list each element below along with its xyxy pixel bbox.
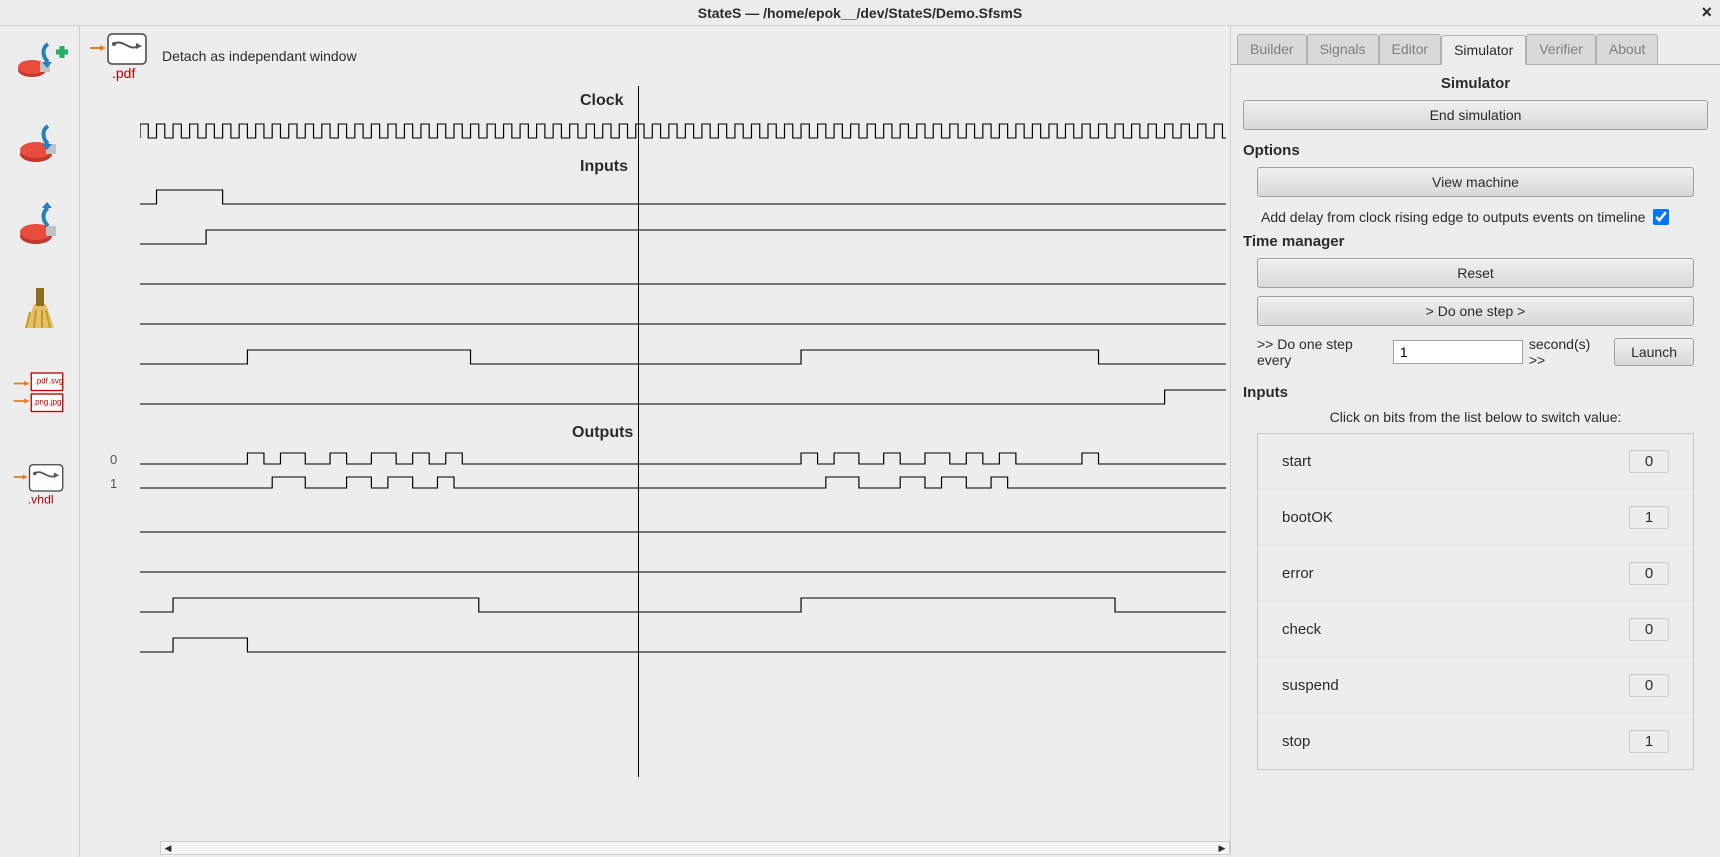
view-machine-button[interactable]: View machine	[1257, 167, 1694, 197]
wave-stop	[140, 386, 1226, 410]
input-name: error	[1282, 565, 1314, 582]
wave-alarm	[140, 514, 1226, 538]
input-name: check	[1282, 621, 1321, 638]
wave-boot	[140, 634, 1226, 658]
wave-clock	[140, 120, 1226, 144]
tab-simulator[interactable]: Simulator	[1441, 35, 1526, 65]
svg-label: .svg	[48, 377, 62, 386]
input-row-stop[interactable]: stop 1	[1258, 713, 1693, 769]
tabs: Builder Signals Editor Simulator Verifie…	[1231, 26, 1720, 65]
wave-leds-0	[140, 450, 1226, 474]
input-name: bootOK	[1282, 509, 1333, 526]
close-icon[interactable]: ×	[1701, 2, 1712, 23]
label-clock: Clock	[80, 126, 130, 142]
input-name: stop	[1282, 733, 1310, 750]
window-titlebar: StateS — /home/epok__/dev/StateS/Demo.Sf…	[0, 0, 1720, 26]
export-images-button[interactable]: .pdf .svg .png .jpg	[12, 366, 68, 422]
input-row-bootok[interactable]: bootOK 1	[1258, 489, 1693, 545]
step-every-prefix: >> Do one step every	[1257, 336, 1387, 368]
tab-builder[interactable]: Builder	[1237, 34, 1307, 64]
wave-leds-1	[140, 474, 1226, 498]
input-row-suspend[interactable]: suspend 0	[1258, 657, 1693, 713]
section-inputs: Inputs	[580, 158, 628, 176]
wave-checkOK	[140, 554, 1226, 578]
wave-suspend	[140, 346, 1226, 370]
simulator-title: Simulator	[1243, 75, 1708, 92]
export-vhdl-button[interactable]: .vhdl	[12, 456, 68, 512]
scroll-right-icon[interactable]: ▶	[1215, 843, 1229, 854]
label-power: power	[80, 598, 130, 614]
pdf-label: .pdf	[34, 377, 48, 386]
tab-signals[interactable]: Signals	[1307, 34, 1379, 64]
input-row-start[interactable]: start 0	[1258, 434, 1693, 489]
section-outputs: Outputs	[572, 424, 633, 442]
section-clock: Clock	[580, 92, 624, 110]
label-bootOK: bootOK	[80, 231, 130, 247]
input-name: start	[1282, 453, 1311, 470]
timeline[interactable]: Clock Inputs Outputs Clock start bootOK …	[80, 86, 1226, 857]
tab-editor[interactable]: Editor	[1379, 34, 1442, 64]
timeline-panel: .pdf Detach as independant window Clock …	[80, 26, 1230, 857]
label-checkOK: checkOK	[80, 558, 130, 574]
input-name: suspend	[1282, 677, 1339, 694]
input-value[interactable]: 0	[1629, 618, 1669, 641]
input-value[interactable]: 0	[1629, 562, 1669, 585]
scroll-left-icon[interactable]: ◀	[161, 843, 175, 854]
input-value[interactable]: 0	[1629, 674, 1669, 697]
png-label: .png	[33, 398, 48, 407]
label-alarm: alarm	[80, 518, 130, 534]
label-start: start	[80, 191, 130, 207]
do-one-step-button[interactable]: > Do one step >	[1257, 296, 1694, 326]
step-interval-input[interactable]	[1393, 340, 1523, 364]
save-button[interactable]	[12, 120, 68, 168]
new-machine-button[interactable]	[12, 38, 68, 86]
vhdl-label: .vhdl	[27, 492, 53, 506]
delay-checkbox-label: Add delay from clock rising edge to outp…	[1261, 209, 1645, 225]
options-label: Options	[1243, 142, 1708, 159]
delay-checkbox[interactable]	[1653, 209, 1669, 225]
detach-window-link[interactable]: Detach as independant window	[162, 48, 357, 64]
tab-verifier[interactable]: Verifier	[1526, 34, 1596, 64]
wave-bootOK	[140, 226, 1226, 250]
reset-button[interactable]: Reset	[1257, 258, 1694, 288]
left-toolbar: .pdf .svg .png .jpg .vhdl	[0, 26, 80, 857]
right-panel: Builder Signals Editor Simulator Verifie…	[1230, 26, 1720, 857]
label-suspend: suspend	[80, 351, 130, 367]
input-value[interactable]: 1	[1629, 506, 1669, 529]
label-stop: stop	[80, 391, 130, 407]
wave-start	[140, 186, 1226, 210]
tab-about[interactable]: About	[1596, 34, 1659, 64]
timeline-scrollbar[interactable]: ◀ ▶	[160, 841, 1230, 855]
load-button[interactable]	[12, 202, 68, 250]
label-boot: boot	[80, 638, 130, 654]
input-value[interactable]: 0	[1629, 450, 1669, 473]
time-manager-label: Time manager	[1243, 233, 1708, 250]
input-row-error[interactable]: error 0	[1258, 545, 1693, 601]
wave-error	[140, 266, 1226, 290]
jpg-label: .jpg	[48, 398, 61, 407]
label-error: error	[80, 271, 130, 287]
wave-power	[140, 594, 1226, 618]
end-simulation-button[interactable]: End simulation	[1243, 100, 1708, 130]
window-title: StateS — /home/epok__/dev/StateS/Demo.Sf…	[698, 5, 1022, 21]
step-every-suffix: second(s) >>	[1529, 336, 1608, 368]
inputs-hint: Click on bits from the list below to swi…	[1243, 409, 1708, 425]
input-row-check[interactable]: check 0	[1258, 601, 1693, 657]
inputs-list: start 0 bootOK 1 error 0 check 0 suspend	[1257, 433, 1694, 770]
label-check: check	[80, 311, 130, 327]
wave-check	[140, 306, 1226, 330]
clean-button[interactable]	[12, 284, 68, 332]
pdf-label: .pdf	[112, 65, 135, 81]
export-pdf-button[interactable]: .pdf	[88, 30, 152, 82]
launch-button[interactable]: Launch	[1614, 338, 1694, 366]
input-value[interactable]: 1	[1629, 730, 1669, 753]
inputs-section-label: Inputs	[1243, 384, 1708, 401]
